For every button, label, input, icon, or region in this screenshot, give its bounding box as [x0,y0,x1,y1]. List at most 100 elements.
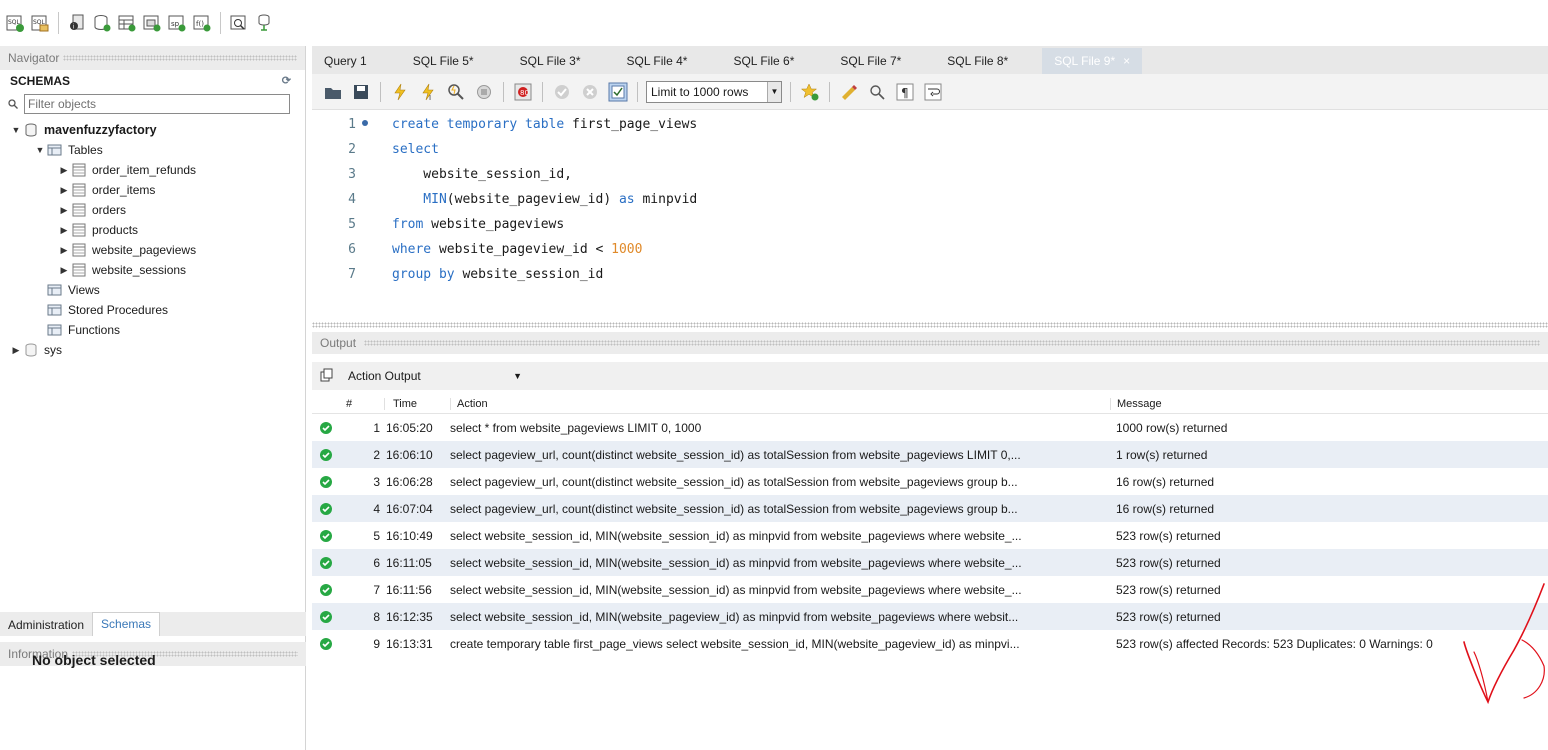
table-item[interactable]: ▶ website_pageviews [0,240,305,260]
rollback-icon[interactable] [579,81,601,103]
table-row[interactable]: 9 16:13:31 create temporary table first_pa… [312,630,1548,657]
table-item[interactable]: ▶ order_items [0,180,305,200]
tab-sql-file-3[interactable]: SQL File 3* [508,48,593,74]
collapsed-arrow-icon[interactable]: ▶ [58,245,70,256]
column-time[interactable]: Time [384,397,450,410]
chevron-down-icon[interactable]: ▼ [767,81,781,102]
table-row[interactable]: 1 16:05:20 select * from website_pageviews… [312,414,1548,441]
column-num[interactable]: # [340,398,384,410]
tree-item-sys[interactable]: ▶ sys [0,340,305,360]
sql-editor[interactable]: 1 create temporary table first_page_views… [312,112,1548,322]
stop-on-error-icon[interactable]: 80 [512,81,534,103]
find-replace-icon[interactable] [866,81,888,103]
collapsed-arrow-icon[interactable]: ▶ [58,165,70,176]
collapsed-arrow-icon[interactable]: ▶ [58,265,70,276]
add-snippet-icon[interactable] [799,81,821,103]
tree-item-tables[interactable]: ▼ Tables [0,140,305,160]
tab-query-1[interactable]: Query 1 [312,48,379,74]
code-line[interactable]: 5 from website_pageviews [312,212,1548,237]
tab-sql-file-7[interactable]: SQL File 7* [828,48,913,74]
open-sql-script-icon[interactable]: SQL [29,12,51,34]
table-row[interactable]: 2 16:06:10 select pageview_url, count(dist… [312,441,1548,468]
tree-item-stored-procedures[interactable]: Stored Procedures [0,300,305,320]
column-action[interactable]: Action [450,397,1110,410]
table-row[interactable]: 6 16:11:05 select website_session_id, MIN(… [312,549,1548,576]
invisible-chars-icon[interactable]: ¶ [894,81,916,103]
row-action: select * from website_pageviews LIMIT 0,… [450,420,702,435]
row-limit-select[interactable]: Limit to 1000 rows ▼ [646,80,782,103]
table-item[interactable]: ▶ website_sessions [0,260,305,280]
tab-administration[interactable]: Administration [0,614,92,636]
commit-icon[interactable] [551,81,573,103]
expanded-arrow-icon[interactable]: ▼ [10,125,22,135]
tree-item-views[interactable]: Views [0,280,305,300]
stop-icon[interactable] [473,81,495,103]
tables-folder-icon [46,142,64,158]
tree-item-mavenfuzzyfactory[interactable]: ▼ mavenfuzzyfactory [0,120,305,140]
copy-icon[interactable] [320,368,334,385]
tab-schemas[interactable]: Schemas [92,612,161,636]
table-item[interactable]: ▶ order_item_refunds [0,160,305,180]
line-number: 7 [348,267,356,282]
code-line[interactable]: 2 select [312,137,1548,162]
word-wrap-icon[interactable] [922,81,944,103]
table-item[interactable]: ▶ products [0,220,305,240]
search-table-data-icon[interactable] [228,12,250,34]
explain-icon[interactable] [445,81,467,103]
create-function-icon[interactable]: f() [191,12,213,34]
new-sql-tab-icon[interactable]: SQL [4,12,26,34]
status-cell [312,556,340,569]
toolbar-separator [58,12,59,34]
output-header: Output [312,332,1548,354]
row-action: select pageview_url, count(distinct webs… [450,474,1018,489]
save-icon[interactable] [350,81,372,103]
close-tab-icon[interactable]: × [1123,54,1130,68]
execute-icon[interactable] [389,81,411,103]
filter-objects-input[interactable] [24,94,290,114]
tab-sql-file-8[interactable]: SQL File 8* [935,48,1020,74]
refresh-icon[interactable]: ⟳ [282,74,291,87]
output-type-select[interactable]: Action Output ▼ [348,369,528,383]
inspector-icon[interactable]: i [66,12,88,34]
execute-current-icon[interactable]: I [417,81,439,103]
code-token: from [392,217,424,232]
procedures-folder-icon [46,302,64,318]
code-line[interactable]: 6 where website_pageview_id < 1000 [312,237,1548,262]
code-token: 1000 [611,242,643,257]
editor-tab-bar: Query 1 SQL File 5* SQL File 3* SQL File… [312,46,1548,74]
table-row[interactable]: 5 16:10:49 select website_session_id, MIN(… [312,522,1548,549]
autocommit-toggle-icon[interactable] [607,81,629,103]
collapsed-arrow-icon[interactable]: ▶ [58,225,70,236]
collapsed-arrow-icon[interactable]: ▶ [10,345,22,356]
code-line[interactable]: 3 website_session_id, [312,162,1548,187]
beautify-icon[interactable] [838,81,860,103]
tab-sql-file-4[interactable]: SQL File 4* [615,48,700,74]
tab-sql-file-5[interactable]: SQL File 5* [401,48,486,74]
tree-item-functions[interactable]: Functions [0,320,305,340]
table-row[interactable]: 7 16:11:56 select website_session_id, MIN(… [312,576,1548,603]
code-line[interactable]: 4 MIN(website_pageview_id) as minpvid [312,187,1548,212]
table-row[interactable]: 8 16:12:35 select website_session_id, MIN(… [312,603,1548,630]
create-table-icon[interactable] [116,12,138,34]
output-title: Output [320,336,357,350]
success-check-icon [320,583,332,596]
panel-splitter[interactable] [312,322,1548,328]
create-procedure-icon[interactable]: sp [166,12,188,34]
tab-sql-file-6[interactable]: SQL File 6* [721,48,806,74]
code-line[interactable]: 7 group by website_session_id [312,262,1548,287]
reconnect-icon[interactable] [253,12,275,34]
chevron-down-icon[interactable]: ▼ [513,371,522,381]
expanded-arrow-icon[interactable]: ▼ [34,145,46,155]
table-item[interactable]: ▶ orders [0,200,305,220]
collapsed-arrow-icon[interactable]: ▶ [58,185,70,196]
collapsed-arrow-icon[interactable]: ▶ [58,205,70,216]
success-check-icon [320,637,332,650]
column-message[interactable]: Message [1110,397,1548,410]
code-line[interactable]: 1 create temporary table first_page_views [312,112,1548,137]
create-view-icon[interactable] [141,12,163,34]
table-row[interactable]: 4 16:07:04 select pageview_url, count(dist… [312,495,1548,522]
table-row[interactable]: 3 16:06:28 select pageview_url, count(dist… [312,468,1548,495]
open-file-icon[interactable] [322,81,344,103]
tab-sql-file-9[interactable]: SQL File 9* × [1042,48,1143,74]
create-schema-icon[interactable] [91,12,113,34]
